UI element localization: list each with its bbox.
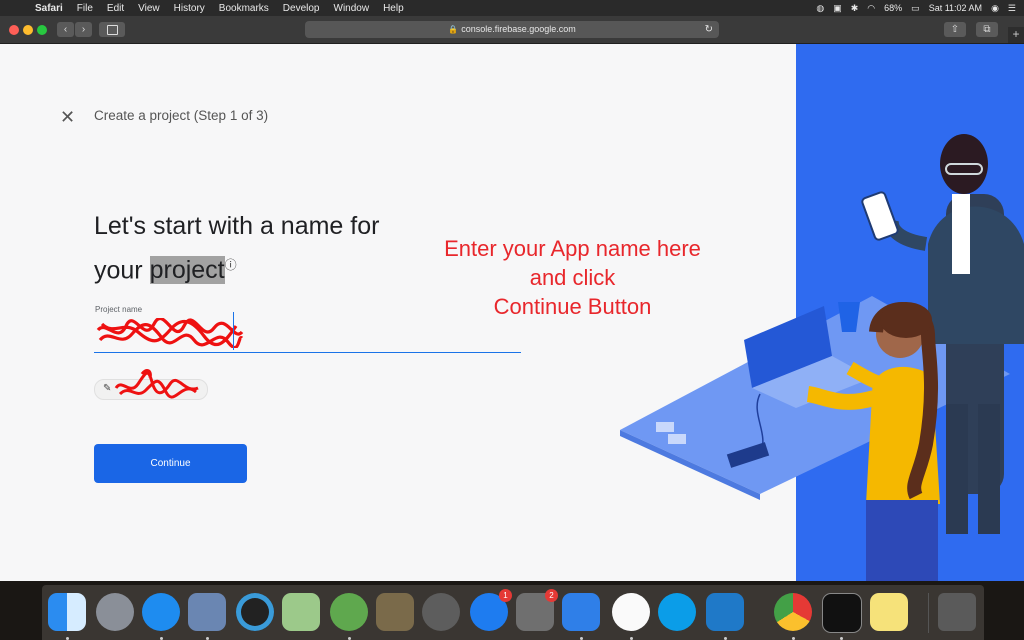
menu-edit[interactable]: Edit <box>107 3 124 14</box>
firebase-create-project-page: ✕ Create a project (Step 1 of 3) Let's s… <box>0 44 1024 581</box>
app-store-icon[interactable]: 1 <box>470 589 512 631</box>
terminal-icon[interactable] <box>822 593 862 633</box>
bluetooth-icon[interactable]: ✱ <box>851 3 859 14</box>
slack-icon[interactable] <box>612 593 650 631</box>
continue-button[interactable]: Continue <box>94 444 247 483</box>
system-preferences-badge: 2 <box>545 589 558 602</box>
quicktime-icon[interactable] <box>236 593 274 631</box>
menu-bookmarks[interactable]: Bookmarks <box>219 3 269 14</box>
close-icon[interactable]: ✕ <box>60 108 75 126</box>
dock-background: 1 2 <box>0 581 1024 640</box>
notification-icon[interactable]: ▣ <box>833 3 842 14</box>
menu-window[interactable]: Window <box>334 3 370 14</box>
sequel-pro-icon[interactable] <box>422 593 460 631</box>
help-icon[interactable]: ⓘ <box>225 258 237 272</box>
battery-percent[interactable]: 68% <box>884 3 902 13</box>
skype-icon[interactable] <box>658 593 696 631</box>
maps-icon[interactable] <box>282 593 320 631</box>
calculator-icon[interactable] <box>376 593 414 631</box>
sidebar-toggle-button[interactable] <box>99 22 125 37</box>
project-name-label: Project name <box>95 305 143 314</box>
redacted-project-name <box>96 318 244 348</box>
sidebar-icon <box>107 25 118 35</box>
launchpad-icon[interactable] <box>96 593 134 631</box>
tabs-overview-button[interactable]: ⧉ <box>976 22 998 37</box>
page-heading: Let's start with a name for your project… <box>94 207 424 290</box>
text-cursor <box>233 312 234 350</box>
menu-help[interactable]: Help <box>383 3 404 14</box>
menu-view[interactable]: View <box>138 3 160 14</box>
siri-icon[interactable]: ◉ <box>991 3 999 14</box>
app-store-badge: 1 <box>499 589 512 602</box>
new-tab-button[interactable]: + <box>1008 27 1024 43</box>
browser-toolbar: ‹ › 🔒 console.firebase.google.com ↻ ⇧ ⧉ <box>0 16 1024 44</box>
battery-icon[interactable]: ▭ <box>911 3 920 14</box>
android-studio-icon[interactable] <box>330 593 368 631</box>
creative-cloud-icon[interactable]: ◍ <box>816 3 824 14</box>
trash-icon[interactable] <box>938 593 976 631</box>
address-bar[interactable]: 🔒 console.firebase.google.com ↻ <box>305 21 719 38</box>
safari-icon[interactable] <box>142 593 180 631</box>
step-title: Create a project (Step 1 of 3) <box>94 108 269 123</box>
finder-icon[interactable] <box>48 593 86 631</box>
mail-icon[interactable] <box>188 593 226 631</box>
notes-icon[interactable] <box>870 593 908 631</box>
chrome-icon[interactable] <box>774 593 812 631</box>
xcode-icon[interactable] <box>562 593 600 631</box>
forward-button[interactable]: › <box>75 22 92 37</box>
fullscreen-window-button[interactable] <box>37 25 47 35</box>
notification-center-icon[interactable]: ☰ <box>1008 3 1016 14</box>
vscode-icon[interactable] <box>706 593 744 631</box>
macos-dock: 1 2 <box>42 585 984 640</box>
reload-icon[interactable]: ↻ <box>705 21 713 38</box>
back-button[interactable]: ‹ <box>57 22 74 37</box>
menu-develop[interactable]: Develop <box>283 3 320 14</box>
wifi-icon[interactable]: ◠ <box>867 3 875 14</box>
dock-separator <box>928 593 929 633</box>
system-preferences-icon[interactable]: 2 <box>516 589 558 631</box>
heading-line-1: Let's start with a name for <box>94 212 380 240</box>
menu-history[interactable]: History <box>174 3 205 14</box>
menu-file[interactable]: File <box>77 3 93 14</box>
redacted-project-id <box>114 369 199 399</box>
heading-line-2: your <box>94 256 150 285</box>
heading-highlight: project <box>149 256 225 285</box>
clock[interactable]: Sat 11:02 AM <box>929 3 982 13</box>
close-window-button[interactable] <box>9 25 19 35</box>
macos-menu-bar: Safari File Edit View History Bookmarks … <box>0 0 1024 16</box>
share-button[interactable]: ⇧ <box>944 22 966 37</box>
menu-app-name[interactable]: Safari <box>35 3 63 14</box>
firebase-illustration <box>620 44 1024 581</box>
url-text: console.firebase.google.com <box>461 24 576 34</box>
pencil-icon[interactable]: ✎ <box>103 383 111 394</box>
lock-icon: 🔒 <box>448 25 459 34</box>
minimize-window-button[interactable] <box>23 25 33 35</box>
